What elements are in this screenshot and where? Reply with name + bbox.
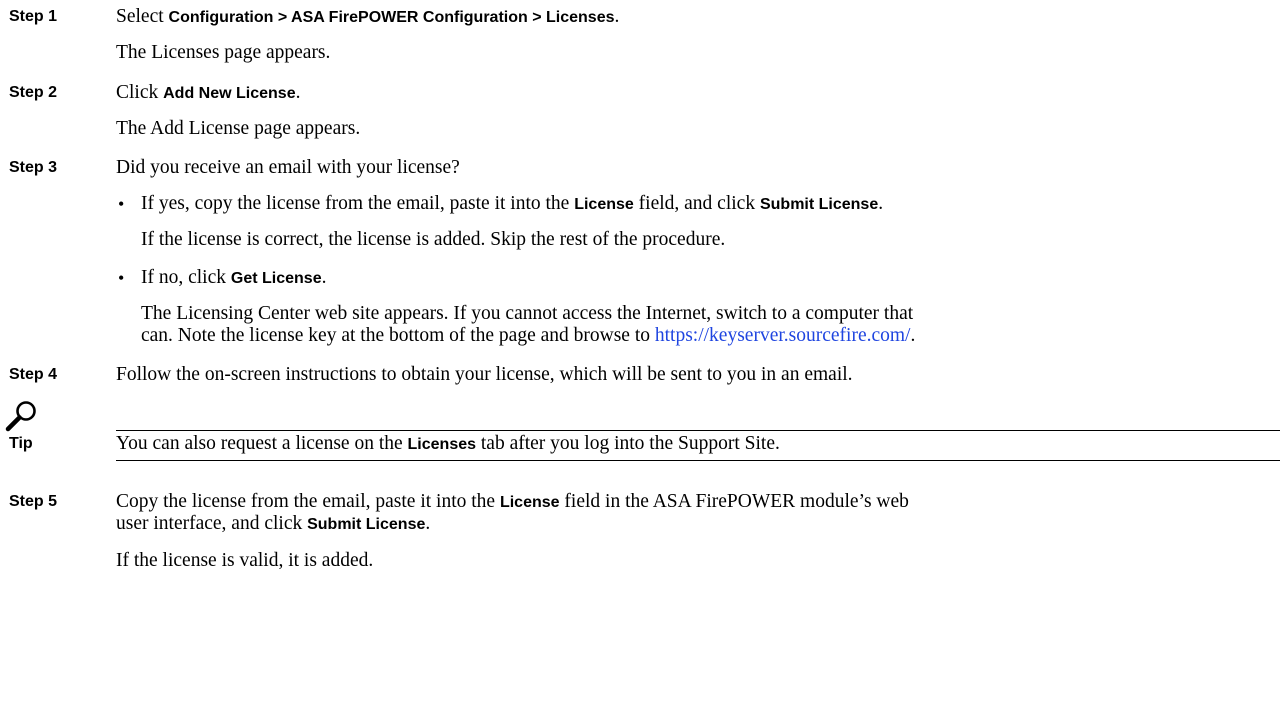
step-instruction: Click Add New License. [116,82,301,103]
step-instruction: Follow the on-screen instructions to obt… [116,364,853,385]
tip-top-rule [116,430,1280,431]
field-name: License [499,494,560,511]
ui-button-name: Submit License [307,516,426,533]
ui-path: Configuration > ASA FirePOWER Configurat… [168,9,615,26]
bullet-icon: • [118,268,125,288]
step-label: Step 1 [9,8,58,25]
step-instruction: Select Configuration > ASA FirePOWER Con… [116,6,620,27]
field-name: License [574,196,634,213]
step-label: Step 4 [9,366,58,383]
step-instruction: Copy the license from the email, paste i… [116,491,909,512]
magnifier-icon [5,401,36,432]
ui-button-name: Get License [230,270,322,287]
step-instruction: Did you receive an email with your licen… [116,157,460,178]
step-label: Step 3 [9,159,58,176]
step-label: Step 2 [9,84,58,101]
keyserver-link[interactable]: https://keyserver.sourcefire.com/ [655,325,911,346]
bullet-icon: • [118,194,125,214]
tip-bottom-rule [116,460,1280,461]
tip-label: Tip [9,435,33,452]
ui-button-name: Submit License [759,196,879,213]
ui-button-name: Add New License [163,85,296,102]
step-label: Step 5 [9,493,58,510]
tab-name: Licenses [407,436,477,453]
